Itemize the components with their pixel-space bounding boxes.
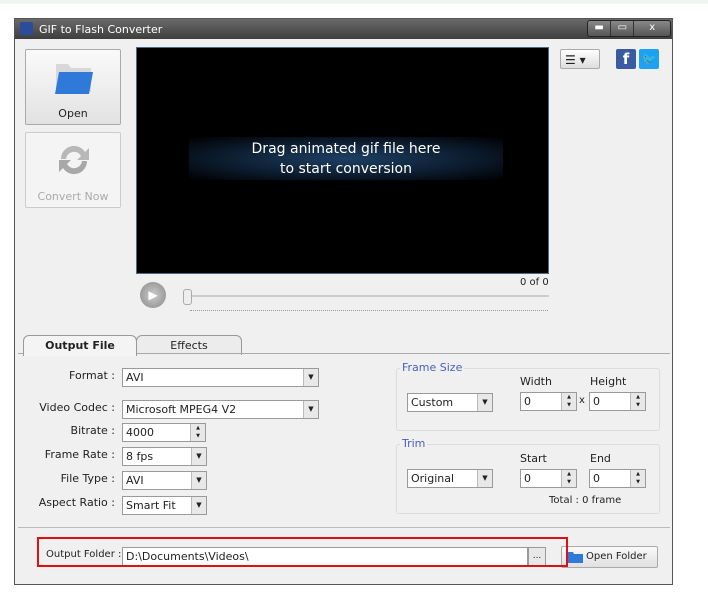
facebook-icon[interactable]: f <box>616 49 636 69</box>
bitrate-stepper[interactable]: 4000 ▲ ▼ <box>122 423 206 442</box>
seek-thumb[interactable] <box>183 289 192 305</box>
convert-now-button[interactable]: Convert Now <box>25 132 121 208</box>
aspect-ratio-label: Aspect Ratio : <box>38 496 115 509</box>
trim-value: Original <box>411 472 455 485</box>
width-stepper[interactable]: 0 ▲ ▼ <box>520 392 577 411</box>
spin-arrows-icon[interactable]: ▲ ▼ <box>561 470 576 487</box>
minimize-button[interactable]: ▬ <box>588 21 612 36</box>
bitrate-label: Bitrate : <box>70 424 115 437</box>
spin-arrows-icon[interactable]: ▲ ▼ <box>561 393 576 410</box>
folder-icon <box>568 552 583 563</box>
format-select[interactable]: AVI ▼ <box>122 368 319 387</box>
end-label: End <box>590 452 611 465</box>
play-button[interactable]: ▶ <box>140 282 166 308</box>
spin-arrows-icon[interactable]: ▲ ▼ <box>190 424 205 441</box>
spin-arrows-icon[interactable]: ▲ ▼ <box>630 470 645 487</box>
frame-rate-select[interactable]: 8 fps ▼ <box>122 447 207 466</box>
trim-select[interactable]: Original ▼ <box>407 469 493 488</box>
chevron-down-icon: ▼ <box>191 497 206 514</box>
file-type-value: AVI <box>126 474 144 487</box>
aspect-ratio-select[interactable]: Smart Fit ▼ <box>122 496 207 515</box>
list-menu-button[interactable]: ☰ ▾ <box>560 49 600 69</box>
drop-hint-line2: to start conversion <box>280 161 412 177</box>
close-button[interactable]: x <box>634 21 670 36</box>
chevron-down-icon: ▼ <box>477 394 492 411</box>
chevron-down-icon: ▼ <box>303 369 318 386</box>
folder-icon <box>55 64 93 94</box>
convert-now-label: Convert Now <box>37 190 109 203</box>
file-type-select[interactable]: AVI ▼ <box>122 471 207 490</box>
aspect-ratio-value: Smart Fit <box>126 499 176 512</box>
start-label: Start <box>520 452 547 465</box>
bottom-separator <box>18 527 670 528</box>
convert-refresh-icon <box>59 145 89 175</box>
height-value: 0 <box>593 395 600 408</box>
file-type-label: File Type : <box>60 472 115 485</box>
drop-hint-line1: Drag animated gif file here <box>251 141 441 157</box>
width-value: 0 <box>524 395 531 408</box>
chevron-down-icon: ▼ <box>477 470 492 487</box>
start-value: 0 <box>524 472 531 485</box>
height-label: Height <box>590 375 627 388</box>
open-folder-button[interactable]: Open Folder <box>561 546 658 568</box>
window-controls: ▬ ▭ x <box>587 20 671 37</box>
trim-title: Trim <box>400 437 428 450</box>
video-codec-value: Microsoft MPEG4 V2 <box>126 403 237 416</box>
chevron-down-icon: ▼ <box>191 472 206 489</box>
drop-hint: Drag animated gif file here to start con… <box>189 137 503 180</box>
tab-output-file[interactable]: Output File <box>23 335 137 356</box>
preview-area[interactable]: Drag animated gif file here to start con… <box>136 47 549 274</box>
highlight-box <box>37 537 568 567</box>
spin-arrows-icon[interactable]: ▲ ▼ <box>630 393 645 410</box>
frame-size-value: Custom <box>411 396 454 409</box>
video-codec-label: Video Codec : <box>39 401 115 414</box>
chevron-down-icon: ▼ <box>191 448 206 465</box>
bitrate-value: 4000 <box>126 426 154 439</box>
trim-total: Total : 0 frame <box>549 495 622 506</box>
top-strip <box>0 0 708 4</box>
maximize-button[interactable]: ▭ <box>611 21 635 36</box>
twitter-icon[interactable]: 🐦 <box>639 49 659 69</box>
frame-rate-label: Frame Rate : <box>44 448 115 461</box>
tab-effects[interactable]: Effects <box>136 335 242 355</box>
times-sign: x <box>579 395 585 406</box>
frame-rate-value: 8 fps <box>126 450 154 463</box>
seek-ticks <box>190 310 548 313</box>
title-bar[interactable]: GIF to Flash Converter ▬ ▭ x <box>15 19 672 39</box>
frame-counter: 0 of 0 <box>520 277 549 288</box>
open-button[interactable]: Open <box>25 49 121 125</box>
format-value: AVI <box>126 371 144 384</box>
frame-size-title: Frame Size <box>400 361 465 374</box>
end-value: 0 <box>593 472 600 485</box>
height-stepper[interactable]: 0 ▲ ▼ <box>589 392 646 411</box>
width-label: Width <box>520 375 552 388</box>
chevron-down-icon: ▼ <box>303 401 318 418</box>
video-codec-select[interactable]: Microsoft MPEG4 V2 ▼ <box>122 400 319 419</box>
seek-track[interactable] <box>187 295 549 297</box>
open-label: Open <box>58 107 88 120</box>
app-icon <box>20 22 33 35</box>
frame-size-select[interactable]: Custom ▼ <box>407 393 493 412</box>
open-folder-label: Open Folder <box>586 551 647 562</box>
window-title: GIF to Flash Converter <box>39 23 163 36</box>
end-stepper[interactable]: 0 ▲ ▼ <box>589 469 646 488</box>
app-window: GIF to Flash Converter ▬ ▭ x Open Conver… <box>14 18 673 585</box>
format-label: Format : <box>69 369 115 382</box>
start-stepper[interactable]: 0 ▲ ▼ <box>520 469 577 488</box>
